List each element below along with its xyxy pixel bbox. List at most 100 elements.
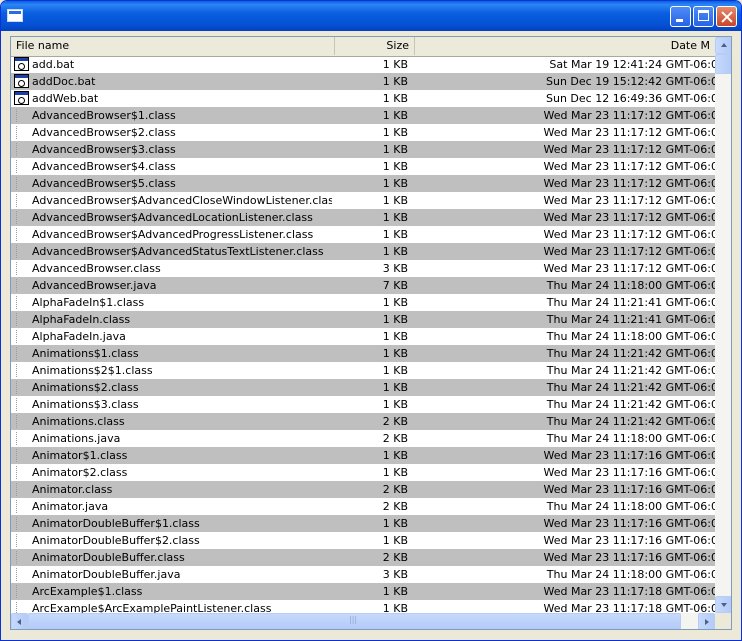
table-row[interactable]: AnimatorDoubleBuffer$2.class 1 KB Wed Mar …	[11, 532, 715, 549]
file-name-cell: AnimatorDoubleBuffer.class	[32, 551, 185, 564]
file-date-cell: Wed Mar 23 11:17:12 GMT-06:0	[415, 175, 715, 192]
table-row[interactable]: Animator$2.class 1 KB Wed Mar 23 11:17:16 …	[11, 464, 715, 481]
table-row[interactable]: AdvancedBrowser$AdvancedProgressListener…	[11, 226, 715, 243]
table-row[interactable]: addDoc.bat 1 KB Sun Dec 19 15:12:42 GMT-06…	[11, 73, 715, 90]
table-row[interactable]: add.bat 1 KB Sat Mar 19 12:41:24 GMT-06:0	[11, 56, 715, 73]
table-row[interactable]: AdvancedBrowser$4.class 1 KB Wed Mar 23 11…	[11, 158, 715, 175]
table-row[interactable]: Animator.class 2 KB Wed Mar 23 11:17:16 GM…	[11, 481, 715, 498]
file-date-text: Wed Mar 23 11:17:16 GMT-06:0	[543, 534, 715, 547]
file-name-cell: AlphaFadeIn$1.class	[32, 296, 145, 309]
file-date-cell: Thu Mar 24 11:21:42 GMT-06:0	[415, 345, 715, 362]
column-header-file-name[interactable]: File name	[11, 37, 335, 55]
file-date-text: Wed Mar 23 11:17:12 GMT-06:0	[543, 109, 715, 122]
file-size-cell: 1 KB	[382, 466, 408, 479]
table-row[interactable]: AnimatorDoubleBuffer.class 2 KB Wed Mar 23…	[11, 549, 715, 566]
table-row[interactable]: ArcExample$1.class 1 KB Wed Mar 23 11:17:1…	[11, 583, 715, 600]
file-date-cell: Wed Mar 23 11:17:12 GMT-06:0	[415, 141, 715, 158]
table-row[interactable]: AlphaFadeIn.class 1 KB Thu Mar 24 11:21:41…	[11, 311, 715, 328]
file-name-cell: add.bat	[32, 58, 75, 71]
file-name-cell: AdvancedBrowser.java	[32, 279, 157, 292]
file-date-cell: Wed Mar 23 11:17:12 GMT-06:0	[415, 124, 715, 141]
table-row[interactable]: Animations.class 2 KB Thu Mar 24 11:21:42 …	[11, 413, 715, 430]
file-size-cell: 1 KB	[382, 228, 408, 241]
table-row[interactable]: AdvancedBrowser$2.class 1 KB Wed Mar 23 11…	[11, 124, 715, 141]
file-name-cell: AdvancedBrowser$AdvancedLocationListener…	[32, 211, 313, 224]
file-name-cell: AdvancedBrowser$3.class	[32, 143, 176, 156]
file-size-cell: 1 KB	[382, 92, 408, 105]
table-row[interactable]: Animations$3.class 1 KB Thu Mar 24 11:21:4…	[11, 396, 715, 413]
table-row[interactable]: AlphaFadeIn.java 1 KB Thu Mar 24 11:18:00 …	[11, 328, 715, 345]
file-date-text: Thu Mar 24 11:18:00 GMT-06:0	[546, 279, 715, 292]
maximize-button[interactable]	[693, 6, 714, 27]
file-name-cell: AdvancedBrowser$1.class	[32, 109, 176, 122]
file-icon	[16, 517, 18, 530]
file-icon	[16, 347, 18, 360]
file-size-cell: 1 KB	[382, 449, 408, 462]
file-date-text: Wed Mar 23 11:17:12 GMT-06:0	[543, 126, 715, 139]
file-size-cell: 1 KB	[382, 330, 408, 343]
file-icon	[16, 143, 18, 156]
scroll-down-button[interactable]	[715, 596, 731, 613]
file-date-cell: Thu Mar 24 11:18:00 GMT-06:0	[415, 430, 715, 447]
horizontal-scrollbar[interactable]	[11, 613, 715, 629]
table-row[interactable]: Animator.java 2 KB Thu Mar 24 11:18:00 GMT…	[11, 498, 715, 515]
table-row[interactable]: AdvancedBrowser.class 3 KB Wed Mar 23 11:1…	[11, 260, 715, 277]
file-date-text: Sat Mar 19 12:41:24 GMT-06:0	[549, 58, 715, 71]
file-date-cell: Wed Mar 23 11:17:12 GMT-06:0	[415, 226, 715, 243]
bat-file-icon	[14, 57, 29, 71]
table-row[interactable]: Animations$1.class 1 KB Thu Mar 24 11:21:4…	[11, 345, 715, 362]
table-row[interactable]: AdvancedBrowser$AdvancedCloseWindowListe…	[11, 192, 715, 209]
title-bar[interactable]	[1, 1, 741, 31]
file-size-cell: 2 KB	[382, 415, 408, 428]
file-icon	[16, 194, 18, 207]
file-icon	[16, 534, 18, 547]
file-date-text: Wed Mar 23 11:17:12 GMT-06:0	[543, 228, 715, 241]
file-icon	[16, 262, 18, 275]
table-row[interactable]: AdvancedBrowser.java 7 KB Thu Mar 24 11:18…	[11, 277, 715, 294]
bat-file-icon	[14, 74, 29, 88]
file-size-cell: 1 KB	[382, 347, 408, 360]
file-date-cell: Wed Mar 23 11:17:12 GMT-06:0	[415, 243, 715, 260]
table-row[interactable]: AlphaFadeIn$1.class 1 KB Thu Mar 24 11:21:…	[11, 294, 715, 311]
vertical-scroll-thumb[interactable]	[715, 54, 731, 74]
table-row[interactable]: AnimatorDoubleBuffer$1.class 1 KB Wed Mar …	[11, 515, 715, 532]
table-row[interactable]: AdvancedBrowser$3.class 1 KB Wed Mar 23 11…	[11, 141, 715, 158]
table-row[interactable]: Animations.java 2 KB Thu Mar 24 11:18:00 G…	[11, 430, 715, 447]
column-header-size[interactable]: Size	[335, 37, 415, 55]
file-date-text: Thu Mar 24 11:21:41 GMT-06:0	[546, 313, 715, 326]
table-row[interactable]: Animations$2$1.class 1 KB Thu Mar 24 11:21…	[11, 362, 715, 379]
file-date-cell: Thu Mar 24 11:21:42 GMT-06:0	[415, 379, 715, 396]
table-row[interactable]: AdvancedBrowser$AdvancedLocationListener…	[11, 209, 715, 226]
table-row[interactable]: Animations$2.class 1 KB Thu Mar 24 11:21:4…	[11, 379, 715, 396]
table-row[interactable]: AdvancedBrowser$AdvancedStatusTextListen…	[11, 243, 715, 260]
file-icon	[16, 466, 18, 479]
table-row[interactable]: Animator$1.class 1 KB Wed Mar 23 11:17:16 …	[11, 447, 715, 464]
table-row[interactable]: AnimatorDoubleBuffer.java 3 KB Thu Mar 24 …	[11, 566, 715, 583]
file-list-window: File name Size Date M add.bat 1 KB Sat Mar…	[0, 0, 742, 641]
table-row[interactable]: AdvancedBrowser$5.class 1 KB Wed Mar 23 11…	[11, 175, 715, 192]
file-icon	[16, 228, 18, 241]
table-row[interactable]: AdvancedBrowser$1.class 1 KB Wed Mar 23 11…	[11, 107, 715, 124]
window-icon	[7, 9, 23, 22]
scroll-right-button[interactable]	[698, 613, 715, 629]
file-size-cell: 7 KB	[382, 279, 408, 292]
scroll-left-button[interactable]	[11, 613, 28, 629]
horizontal-scroll-thumb[interactable]	[28, 613, 681, 629]
file-table[interactable]: File name Size Date M add.bat 1 KB Sat Mar…	[10, 36, 732, 630]
file-name-cell: Animations$3.class	[32, 398, 139, 411]
file-name-cell: AdvancedBrowser.class	[32, 262, 161, 275]
file-name-cell: AlphaFadeIn.java	[32, 330, 126, 343]
file-date-cell: Wed Mar 23 11:17:16 GMT-06:0	[415, 549, 715, 566]
column-header-date-modified[interactable]: Date M	[415, 37, 715, 55]
file-date-cell: Wed Mar 23 11:17:12 GMT-06:0	[415, 260, 715, 277]
close-button[interactable]	[716, 6, 737, 27]
vertical-scrollbar[interactable]	[715, 37, 731, 613]
table-row[interactable]: addWeb.bat 1 KB Sun Dec 12 16:49:36 GMT-06…	[11, 90, 715, 107]
file-date-text: Wed Mar 23 11:17:16 GMT-06:0	[543, 466, 715, 479]
file-icon	[16, 500, 18, 513]
minimize-button[interactable]	[670, 6, 691, 27]
file-name-cell: addWeb.bat	[32, 92, 99, 105]
file-icon	[16, 432, 18, 445]
file-date-cell: Thu Mar 24 11:21:41 GMT-06:0	[415, 294, 715, 311]
scroll-up-button[interactable]	[715, 37, 731, 54]
